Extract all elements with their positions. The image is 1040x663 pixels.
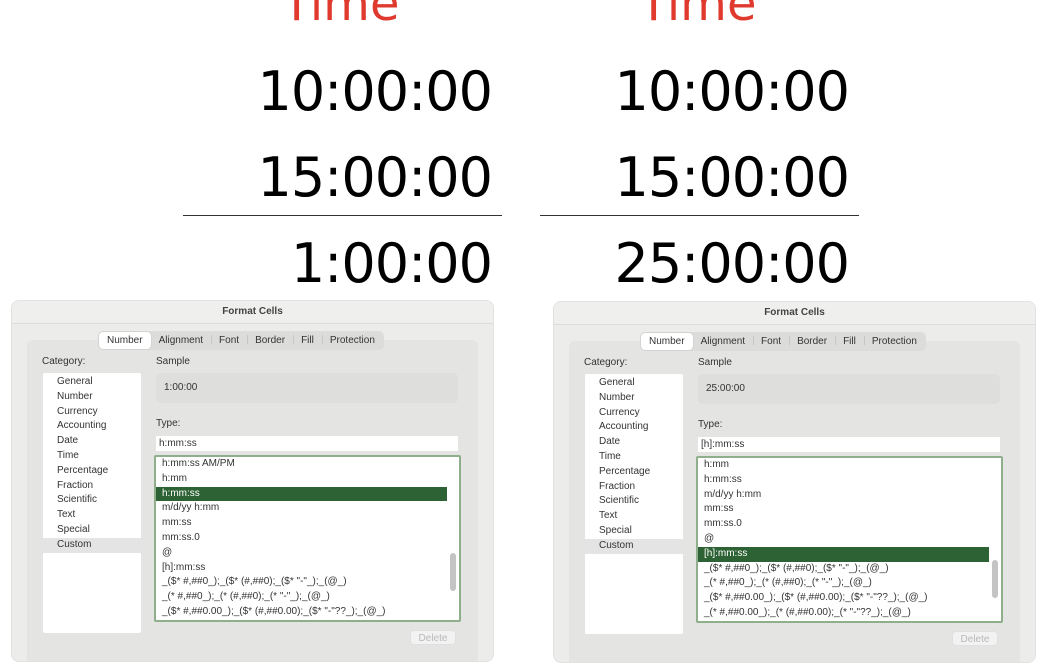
delete-button[interactable]: Delete bbox=[952, 631, 998, 646]
time-value-2: 15:00:00 bbox=[257, 146, 493, 209]
tab-number[interactable]: Number bbox=[99, 332, 151, 349]
type-input[interactable] bbox=[698, 437, 1000, 452]
type-option[interactable]: _(* #,##0_);_(* (#,##0);_(* "-"_);_(@_) bbox=[698, 576, 989, 591]
category-item-general[interactable]: General bbox=[585, 376, 683, 391]
type-option[interactable]: _($* #,##0.00_);_($* (#,##0.00);_($* "-"… bbox=[156, 605, 447, 620]
type-option[interactable]: h:mm bbox=[698, 458, 989, 473]
type-option[interactable]: mm:ss.0 bbox=[698, 517, 989, 532]
format-cells-dialog-left: Format Cells Number Alignment Font Borde… bbox=[11, 300, 494, 662]
time-value-2: 15:00:00 bbox=[614, 146, 850, 209]
type-option[interactable]: _($* #,##0_);_($* (#,##0);_($* "-"_);_(@… bbox=[156, 575, 447, 590]
sample-display: 25:00:00 bbox=[698, 374, 1000, 404]
type-option[interactable]: h:mm:ss bbox=[698, 473, 989, 488]
category-item-special[interactable]: Special bbox=[43, 523, 141, 538]
category-item-scientific[interactable]: Scientific bbox=[43, 493, 141, 508]
delete-button[interactable]: Delete bbox=[410, 630, 456, 645]
sample-display: 1:00:00 bbox=[156, 373, 458, 403]
category-item-currency[interactable]: Currency bbox=[585, 406, 683, 421]
type-option[interactable]: _(* #,##0.00_);_(* (#,##0.00);_(* "-"??_… bbox=[698, 606, 989, 621]
type-option[interactable]: @ bbox=[156, 546, 447, 561]
category-item-time[interactable]: Time bbox=[43, 449, 141, 464]
type-option[interactable]: h:mm:ss AM/PM bbox=[156, 457, 447, 472]
category-item-percentage[interactable]: Percentage bbox=[43, 464, 141, 479]
sample-label: Sample bbox=[698, 357, 732, 368]
category-item-date[interactable]: Date bbox=[585, 435, 683, 450]
category-item-text[interactable]: Text bbox=[585, 509, 683, 524]
tab-fill[interactable]: Fill bbox=[835, 333, 864, 350]
category-item-number[interactable]: Number bbox=[43, 390, 141, 405]
category-item-general[interactable]: General bbox=[43, 375, 141, 390]
type-list[interactable]: h:mm:ss AM/PM h:mm h:mm:ss m/d/yy h:mm m… bbox=[154, 455, 461, 622]
time-heading: Time bbox=[639, 0, 757, 32]
tab-border[interactable]: Border bbox=[247, 332, 293, 349]
scrollbar-thumb[interactable] bbox=[992, 560, 998, 598]
tab-font[interactable]: Font bbox=[753, 333, 789, 350]
tab-border[interactable]: Border bbox=[789, 333, 835, 350]
type-list[interactable]: h:mm h:mm:ss m/d/yy h:mm mm:ss mm:ss.0 @… bbox=[696, 456, 1003, 623]
tab-bar: Number Alignment Font Border Fill Protec… bbox=[98, 331, 384, 350]
category-item-time[interactable]: Time bbox=[585, 450, 683, 465]
category-item-fraction[interactable]: Fraction bbox=[43, 479, 141, 494]
category-item-special[interactable]: Special bbox=[585, 524, 683, 539]
category-item-accounting[interactable]: Accounting bbox=[43, 419, 141, 434]
tab-protection[interactable]: Protection bbox=[863, 333, 925, 350]
time-value-1: 10:00:00 bbox=[614, 60, 850, 123]
type-option[interactable]: mm:ss.0 bbox=[156, 531, 447, 546]
type-option[interactable]: m/d/yy h:mm bbox=[156, 501, 447, 516]
time-result: 25:00:00 bbox=[614, 232, 850, 295]
category-item-accounting[interactable]: Accounting bbox=[585, 420, 683, 435]
time-heading: Time bbox=[282, 0, 400, 32]
sample-label: Sample bbox=[156, 356, 190, 367]
tab-number[interactable]: Number bbox=[641, 333, 693, 350]
type-option[interactable]: _($* #,##0_);_($* (#,##0);_($* "-"_);_(@… bbox=[698, 562, 989, 577]
category-item-currency[interactable]: Currency bbox=[43, 405, 141, 420]
format-cells-dialog-right: Format Cells Number Alignment Font Borde… bbox=[553, 301, 1036, 663]
type-option[interactable]: mm:ss bbox=[698, 502, 989, 517]
category-item-date[interactable]: Date bbox=[43, 434, 141, 449]
type-option[interactable]: [h]:mm:ss bbox=[156, 561, 447, 576]
type-option[interactable]: @ bbox=[698, 532, 989, 547]
type-option[interactable]: _($* #,##0.00_);_($* (#,##0.00);_($* "-"… bbox=[698, 591, 989, 606]
category-label: Category: bbox=[584, 357, 628, 368]
type-option-selected[interactable]: h:mm:ss bbox=[156, 486, 447, 502]
time-value-1: 10:00:00 bbox=[257, 60, 493, 123]
type-option[interactable]: _(* #,##0_);_(* (#,##0);_(* "-"_);_(@_) bbox=[156, 590, 447, 605]
sum-divider bbox=[183, 215, 502, 216]
scrollbar-thumb[interactable] bbox=[450, 553, 456, 591]
type-input[interactable] bbox=[156, 436, 458, 451]
tab-protection[interactable]: Protection bbox=[321, 332, 383, 349]
category-list[interactable]: General Number Currency Accounting Date … bbox=[43, 373, 141, 633]
category-label: Category: bbox=[42, 356, 86, 367]
category-item-text[interactable]: Text bbox=[43, 508, 141, 523]
category-item-percentage[interactable]: Percentage bbox=[585, 465, 683, 480]
category-item-number[interactable]: Number bbox=[585, 391, 683, 406]
type-option[interactable]: m/d/yy h:mm bbox=[698, 488, 989, 503]
type-label: Type: bbox=[156, 418, 181, 429]
category-item-custom[interactable]: Custom bbox=[43, 537, 141, 553]
dialog-title: Format Cells bbox=[12, 301, 493, 324]
category-item-fraction[interactable]: Fraction bbox=[585, 480, 683, 495]
sum-divider bbox=[540, 215, 859, 216]
type-option[interactable]: h:mm bbox=[156, 472, 447, 487]
tab-alignment[interactable]: Alignment bbox=[693, 333, 753, 350]
category-item-custom[interactable]: Custom bbox=[585, 538, 683, 554]
dialog-title: Format Cells bbox=[554, 302, 1035, 325]
time-result: 1:00:00 bbox=[290, 232, 493, 295]
type-option[interactable]: mm:ss bbox=[156, 516, 447, 531]
tab-font[interactable]: Font bbox=[211, 332, 247, 349]
category-item-scientific[interactable]: Scientific bbox=[585, 494, 683, 509]
tab-bar: Number Alignment Font Border Fill Protec… bbox=[640, 332, 926, 351]
tab-alignment[interactable]: Alignment bbox=[151, 332, 211, 349]
category-list[interactable]: General Number Currency Accounting Date … bbox=[585, 374, 683, 634]
type-label: Type: bbox=[698, 419, 723, 430]
type-option-selected[interactable]: [h]:mm:ss bbox=[698, 546, 989, 562]
tab-fill[interactable]: Fill bbox=[293, 332, 322, 349]
